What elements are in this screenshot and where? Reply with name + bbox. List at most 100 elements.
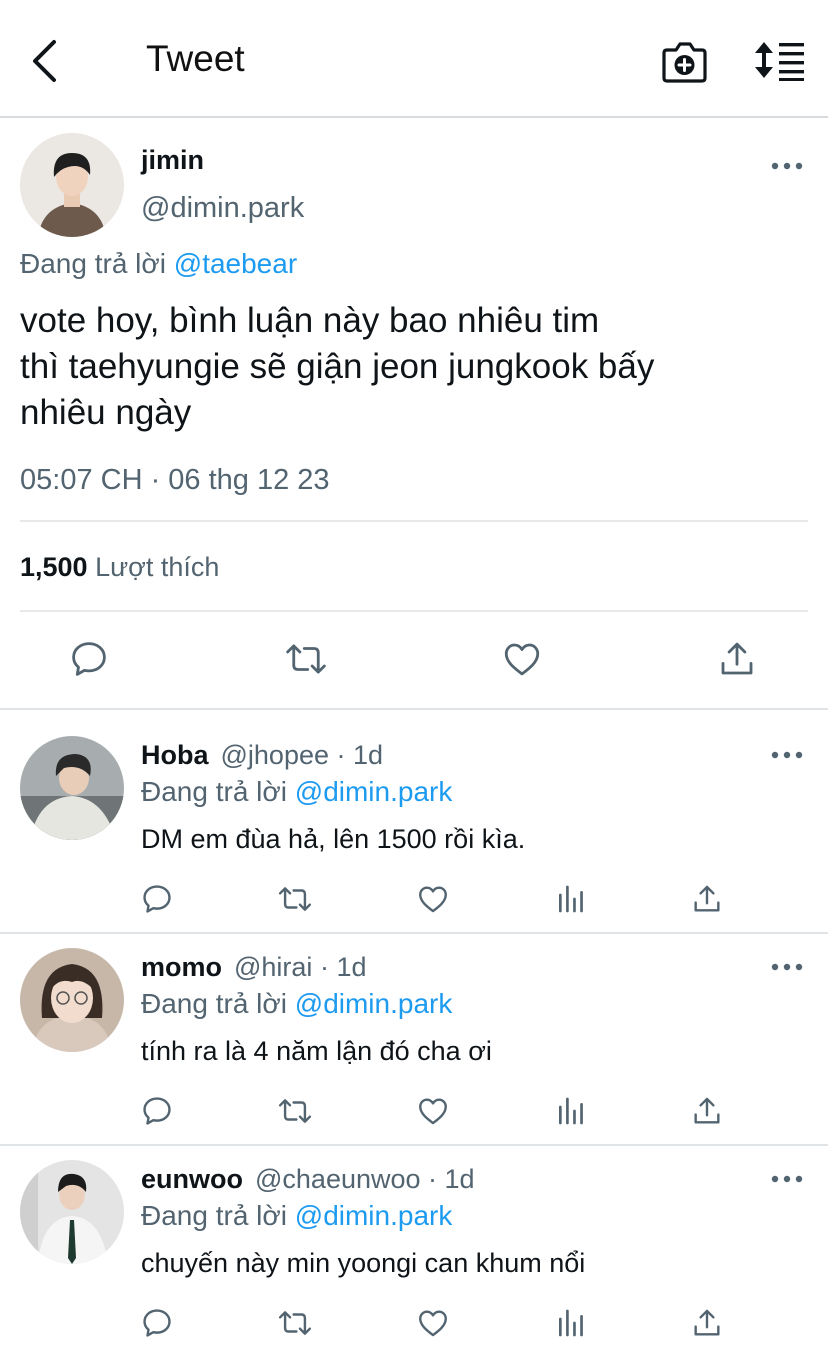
avatar[interactable] [20,133,124,237]
author-handle[interactable]: @hirai [234,952,312,982]
retweet-icon [286,644,326,674]
replying-to-mention[interactable]: @dimin.park [295,1200,453,1231]
camera-plus-icon [662,42,707,83]
profile-photo [20,133,124,237]
retweet-button[interactable] [276,882,314,916]
more-dots-icon [771,1175,803,1183]
reply-text: chuyến này min yoongi can khum nổi [141,1248,586,1278]
replying-to: Đang trả lời @dimin.park [141,988,452,1020]
header-divider [0,116,828,118]
share-button[interactable] [690,882,724,916]
section-divider [0,708,828,710]
reply-text: DM em đùa hả, lên 1500 rồi kìa. [141,824,526,854]
reply-time: · 1d [319,952,367,982]
tweet-text: vote hoy, bình luận này bao nhiêu tim th… [20,298,810,436]
tweet-text-line: thì taehyungie sẽ giận jeon jungkook bấy [20,347,655,386]
analytics-button[interactable] [555,1306,587,1340]
retweet-icon [278,887,312,911]
more-dots-icon [771,963,803,971]
sort-list-icon [755,42,804,81]
reply-header: eunwoo @chaeunwoo · 1d [141,1164,475,1195]
replying-to-mention[interactable]: @dimin.park [295,776,453,807]
share-icon [694,1097,720,1124]
replying-to-label: Đang trả lời [141,776,287,807]
like-button[interactable] [415,882,451,916]
author-handle[interactable]: @dimin.park [141,192,304,225]
likes-count: 1,500 [20,552,88,582]
like-icon [419,1310,447,1337]
reply-icon [143,885,171,913]
reply-time: · 1d [336,740,384,770]
retweet-button[interactable] [276,1306,314,1340]
page-title: Tweet [146,38,245,79]
top-bar: Tweet [0,0,828,117]
analytics-icon [559,1097,583,1125]
like-icon [419,1098,447,1125]
likes-stat[interactable]: 1,500 Lượt thích [20,552,219,583]
retweet-icon [278,1311,312,1335]
more-options-button[interactable] [770,1169,804,1189]
analytics-icon [559,1309,583,1337]
tweet-text-line: vote hoy, bình luận này bao nhiêu tim [20,301,600,340]
chevron-left-icon [33,40,56,82]
share-button[interactable] [690,1094,724,1128]
more-dots-icon [771,751,803,759]
more-options-button[interactable] [770,156,804,176]
reply-button[interactable] [140,1094,174,1128]
sort-button[interactable] [752,38,808,82]
back-button[interactable] [24,38,68,84]
analytics-button[interactable] [555,882,587,916]
more-options-button[interactable] [770,957,804,977]
like-button[interactable] [500,638,544,680]
reply-icon [72,642,106,676]
replying-to: Đang trả lời @dimin.park [141,1200,452,1232]
profile-photo [20,948,124,1052]
reply-tweet[interactable]: Hoba @jhopee · 1d Đang trả lời @dimin.par… [0,722,828,934]
reply-time: · 1d [428,1164,475,1194]
replying-to-label: Đang trả lời [141,1200,287,1231]
reply-tweet[interactable]: momo @hirai · 1d Đang trả lời @dimin.park… [0,934,828,1146]
reply-button[interactable] [140,1306,174,1340]
share-button[interactable] [716,638,758,680]
likes-label: Lượt thích [95,552,220,582]
reply-icon [143,1309,171,1337]
share-icon [694,885,720,912]
like-icon [504,643,540,676]
reply-button[interactable] [140,882,174,916]
more-options-button[interactable] [770,745,804,765]
replying-to-mention[interactable]: @dimin.park [295,988,453,1019]
reply-header: momo @hirai · 1d [141,952,366,983]
avatar[interactable] [20,1160,124,1264]
camera-button[interactable] [660,40,708,84]
like-button[interactable] [415,1094,451,1128]
retweet-icon [278,1099,312,1123]
author-handle[interactable]: @jhopee [221,740,330,770]
retweet-button[interactable] [283,638,329,680]
reply-icon [143,1097,171,1125]
avatar[interactable] [20,948,124,1052]
share-icon [721,642,753,675]
reply-text: tính ra là 4 năm lận đó cha ơi [141,1036,492,1066]
analytics-button[interactable] [555,1094,587,1128]
author-name[interactable]: Hoba [141,740,209,770]
replying-to-mention[interactable]: @taebear [174,248,297,279]
share-icon [694,1309,720,1336]
author-handle[interactable]: @chaeunwoo [255,1164,421,1194]
author-name[interactable]: eunwoo [141,1164,243,1194]
more-dots-icon [771,162,803,170]
share-button[interactable] [690,1306,724,1340]
replying-to: Đang trả lời @taebear [20,248,297,280]
reply-button[interactable] [68,638,110,680]
analytics-icon [559,885,583,913]
reply-tweet[interactable]: eunwoo @chaeunwoo · 1d Đang trả lời @dimi… [0,1146,828,1358]
like-icon [419,886,447,913]
author-name[interactable]: jimin [141,145,204,176]
divider [20,610,808,612]
like-button[interactable] [415,1306,451,1340]
tweet-text-line: nhiêu ngày [20,393,192,432]
tweet-timestamp: 05:07 CH · 06 thg 12 23 [20,464,330,496]
retweet-button[interactable] [276,1094,314,1128]
replying-to-label: Đang trả lời [141,988,287,1019]
author-name[interactable]: momo [141,952,222,982]
avatar[interactable] [20,736,124,840]
